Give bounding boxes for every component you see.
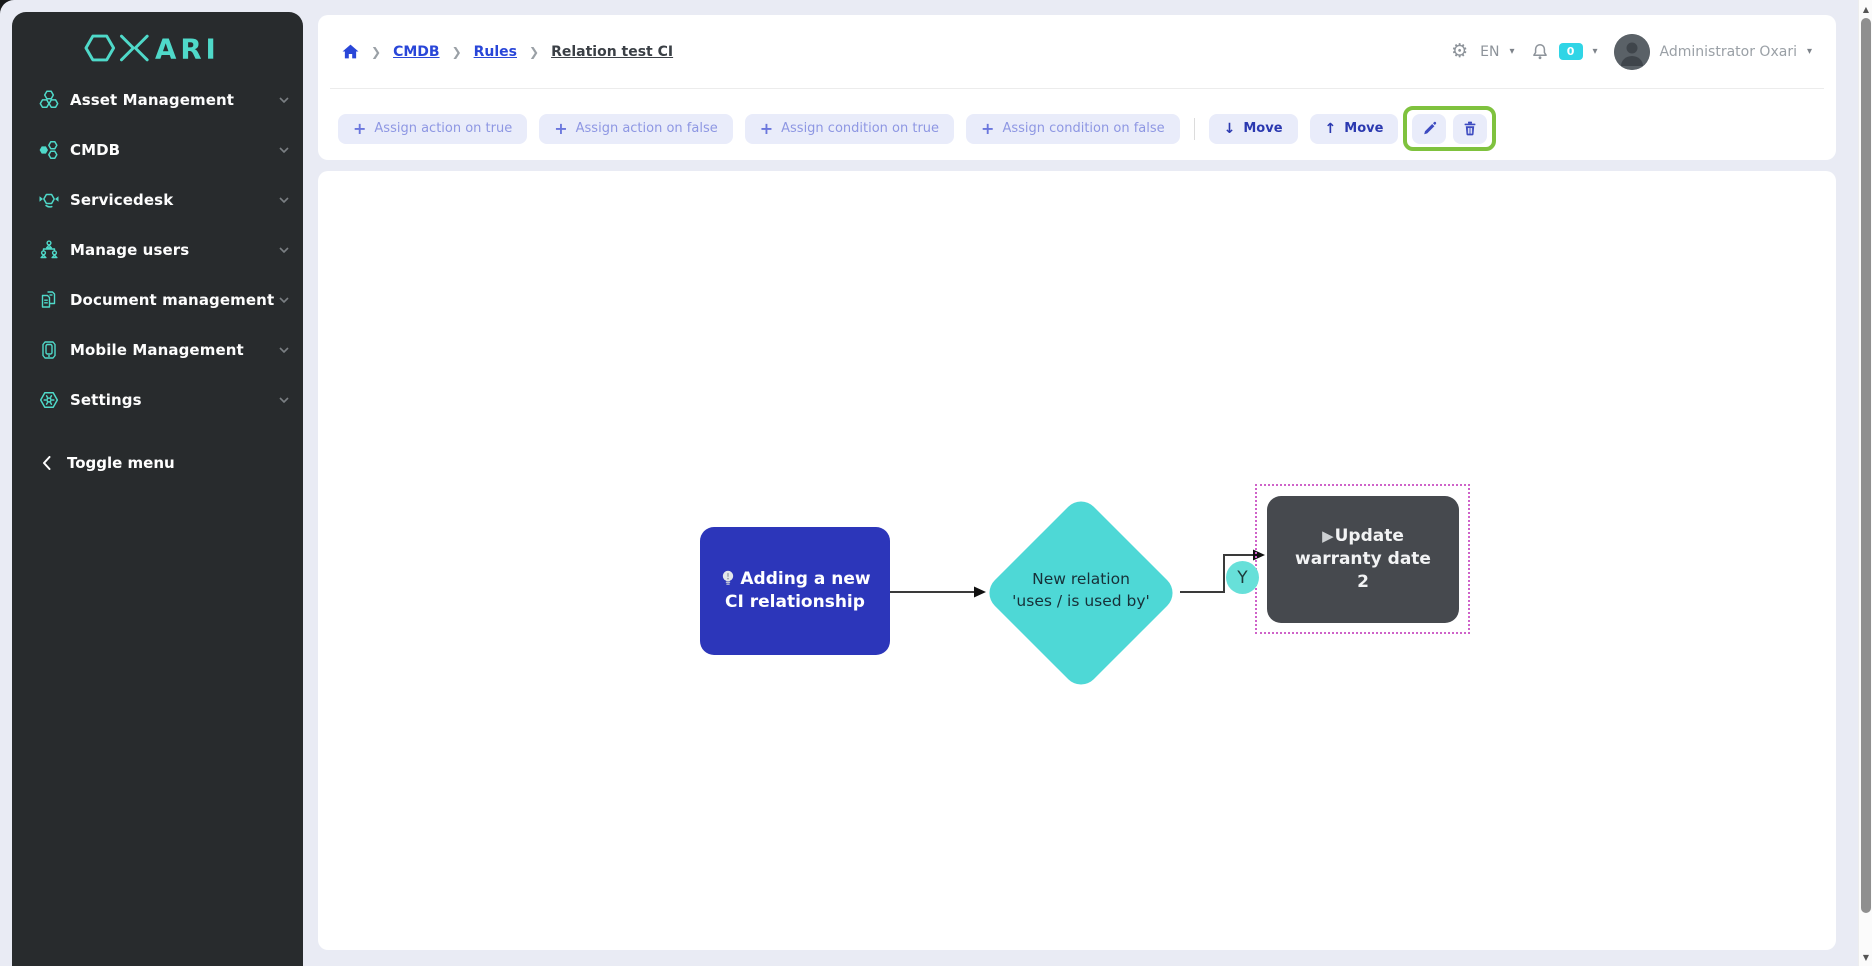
user-silhouette-icon [1614,34,1650,70]
chevron-down-icon[interactable]: ▾ [1509,46,1514,57]
breadcrumb-separator: ❯ [529,45,539,59]
flow-node-action[interactable]: ▶Update warranty date 2 [1267,496,1459,623]
gear-icon[interactable]: ⚙ [1451,42,1468,61]
toolbar-separator [1194,118,1195,140]
rule-flow-canvas[interactable]: Adding a new CI relationship New relatio… [318,171,1836,950]
sidebar-item-settings[interactable]: Settings [12,375,303,425]
sidebar-item-mobile-management[interactable]: Mobile Management [12,325,303,375]
assign-action-on-true-button[interactable]: + Assign action on true [338,114,527,144]
cmdb-icon [38,139,60,161]
condition-line-2: 'uses / is used by' [996,591,1166,613]
button-label: Assign action on false [576,121,718,136]
vertical-scrollbar[interactable]: ▲ ▼ [1858,0,1872,966]
breadcrumb-separator: ❯ [452,45,462,59]
breadcrumb-link-cmdb[interactable]: CMDB [393,44,440,60]
edge-label-yes: Y [1226,561,1259,594]
flow-node-condition-label[interactable]: New relation 'uses / is used by' [996,569,1166,612]
oxari-logo: ARI [12,12,303,64]
sidebar-item-label: Servicedesk [70,191,173,209]
pencil-icon [1422,121,1437,136]
asset-management-icon [38,89,60,111]
assign-condition-on-false-button[interactable]: + Assign condition on false [966,114,1180,144]
notification-count-badge[interactable]: 0 [1559,43,1583,60]
assign-condition-on-true-button[interactable]: + Assign condition on true [745,114,954,144]
arrow-down-icon: ↓ [1224,121,1236,137]
breadcrumb: ❯ CMDB ❯ Rules ❯ Relation test CI ⚙ EN ▾… [318,15,1836,88]
servicedesk-icon [38,189,60,211]
move-up-button[interactable]: ↑ Move [1310,114,1399,144]
plus-icon: + [554,121,567,137]
sidebar-item-manage-users[interactable]: Manage users [12,225,303,275]
sidebar: ARI Asset Management CMDB [12,12,303,966]
sidebar-item-label: Asset Management [70,91,234,109]
plus-icon: + [981,121,994,137]
flow-node-start-label: Adding a new CI relationship [725,569,871,612]
button-label: Move [1344,121,1383,136]
sidebar-item-label: Mobile Management [70,341,244,359]
home-icon[interactable] [342,44,359,59]
bell-icon[interactable] [1531,42,1549,61]
header-card: ❯ CMDB ❯ Rules ❯ Relation test CI ⚙ EN ▾… [318,15,1836,160]
breadcrumb-separator: ❯ [371,45,381,59]
mobile-management-icon [38,339,60,361]
sidebar-item-asset-management[interactable]: Asset Management [12,75,303,125]
edit-button[interactable] [1412,114,1446,144]
sidebar-item-label: Settings [70,391,142,409]
document-management-icon [38,289,60,311]
chevron-down-icon[interactable]: ▾ [1593,46,1598,57]
user-name[interactable]: Administrator Oxari [1660,44,1797,60]
chevron-left-icon [42,456,51,470]
rule-toolbar: + Assign action on true + Assign action … [318,89,1836,160]
sidebar-item-label: Document management [70,291,274,309]
chevron-down-icon [279,347,289,353]
flow-node-start[interactable]: Adding a new CI relationship [700,527,890,655]
manage-users-icon [38,239,60,261]
chevron-down-icon [279,197,289,203]
move-down-button[interactable]: ↓ Move [1209,114,1298,144]
breadcrumb-link-rules[interactable]: Rules [474,44,517,60]
sidebar-item-document-management[interactable]: Document management [12,275,303,325]
chevron-down-icon [279,297,289,303]
button-label: Assign condition on false [1002,121,1164,136]
flow-node-action-label: Update warranty date 2 [1295,526,1431,592]
sidebar-item-cmdb[interactable]: CMDB [12,125,303,175]
chevron-down-icon[interactable]: ▾ [1807,46,1812,57]
settings-icon [38,389,60,411]
toggle-menu-button[interactable]: Toggle menu [12,438,303,488]
scroll-up-arrow[interactable]: ▲ [1859,1,1872,17]
chevron-down-icon [279,97,289,103]
arrow-up-icon: ↑ [1325,121,1337,137]
svg-text:ARI: ARI [155,32,220,65]
scrollbar-thumb[interactable] [1861,18,1871,913]
oxari-logo-icon: ARI [84,30,232,66]
chevron-down-icon [279,247,289,253]
sidebar-item-label: Manage users [70,241,189,259]
button-label: Assign action on true [374,121,512,136]
toggle-menu-label: Toggle menu [67,454,175,472]
play-icon: ▶ [1322,527,1334,545]
avatar[interactable] [1614,34,1650,70]
delete-button[interactable] [1453,114,1487,144]
trash-icon [1463,121,1477,136]
breadcrumb-current: Relation test CI [551,44,673,60]
assign-action-on-false-button[interactable]: + Assign action on false [539,114,732,144]
sidebar-item-servicedesk[interactable]: Servicedesk [12,175,303,225]
button-label: Assign condition on true [781,121,939,136]
lightbulb-icon [719,569,737,587]
chevron-down-icon [279,397,289,403]
scroll-down-arrow[interactable]: ▼ [1859,949,1872,965]
plus-icon: + [353,121,366,137]
sidebar-item-label: CMDB [70,141,120,159]
edit-delete-group [1412,114,1487,144]
button-label: Move [1243,121,1282,136]
plus-icon: + [760,121,773,137]
condition-line-1: New relation [996,569,1166,591]
sidebar-menu: Asset Management CMDB Servicedesk [12,75,303,425]
chevron-down-icon [279,147,289,153]
language-selector[interactable]: EN [1480,44,1499,60]
